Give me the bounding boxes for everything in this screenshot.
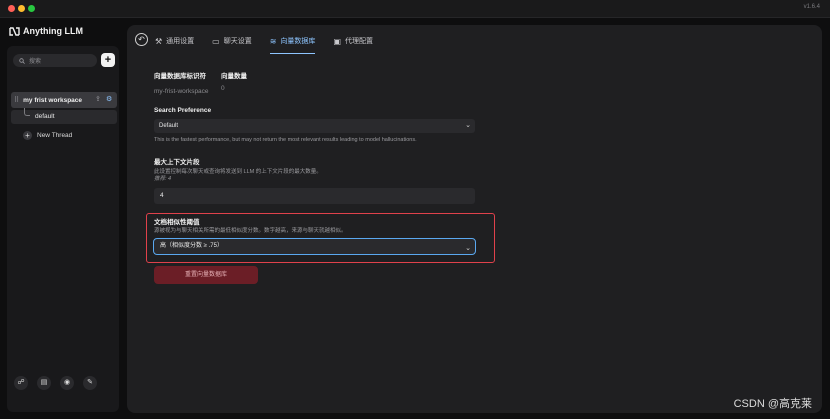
chevron-down-icon: ⌄ — [465, 122, 471, 129]
sidebar: Anything LLM 搜索 + ⠿ my frist workspace ⇪… — [0, 18, 122, 419]
agent-icon: ▣ — [333, 36, 341, 46]
tab-label: 代理配置 — [345, 38, 373, 45]
tab-vector-database[interactable]: ≋ 向量数据库 — [269, 34, 316, 54]
reset-vector-db-button[interactable]: 重置向量数据库 — [154, 266, 258, 284]
vector-count-value: 0 — [221, 85, 225, 92]
sidebar-footer: ☍ ▤ ◉ ✎ — [14, 376, 97, 390]
similarity-threshold-select[interactable]: 高（相似度分数 ≥ .75） ⌄ — [153, 238, 476, 255]
max-context-description: 此设置控制每次聊天或查询将发送到 LLM 的上下文片段的最大数量。 — [154, 169, 322, 175]
app-name: Anything LLM — [23, 26, 83, 36]
plus-icon: + — [23, 131, 32, 140]
maximize-window-icon[interactable] — [28, 5, 35, 12]
tab-label: 向量数据库 — [280, 38, 316, 45]
chat-icon: ▭ — [212, 36, 220, 46]
community-icon[interactable]: ☍ — [14, 376, 28, 390]
new-workspace-button[interactable]: + — [101, 53, 115, 67]
back-button[interactable]: ↶ — [135, 33, 148, 46]
docs-icon[interactable]: ▤ — [37, 376, 51, 390]
search-preference-label: Search Preference — [154, 107, 212, 114]
settings-wrench-icon[interactable]: ✎ — [83, 376, 97, 390]
search-placeholder: 搜索 — [29, 59, 42, 65]
thread-name: default — [35, 113, 55, 120]
upload-icon[interactable]: ⇪ — [95, 95, 101, 103]
search-icon — [19, 57, 25, 64]
max-context-hint: 推荐: 4 — [154, 176, 172, 182]
settings-tabs: ⚒ 通用设置 ▭ 聊天设置 ≋ 向量数据库 ▣ 代理配置 — [155, 34, 391, 54]
tab-general[interactable]: ⚒ 通用设置 — [155, 34, 194, 48]
window-titlebar: v1.6.4 — [0, 0, 830, 18]
app-logo: Anything LLM — [9, 26, 83, 36]
search-input[interactable]: 搜索 — [13, 54, 97, 67]
tab-label: 通用设置 — [166, 38, 195, 45]
anything-llm-logo-icon — [9, 26, 20, 36]
similarity-threshold-value: 高（相似度分数 ≥ .75） — [160, 243, 223, 249]
drag-handle-icon[interactable]: ⠿ — [14, 96, 19, 104]
workspace-name: my frist workspace — [23, 96, 83, 104]
similarity-threshold-label: 文档相似性阈值 — [154, 219, 200, 226]
vector-db-id-value: my-frist-workspace — [154, 88, 209, 95]
wrench-icon: ⚒ — [155, 36, 163, 46]
vector-count-label: 向量数量 — [221, 73, 247, 80]
max-context-label: 最大上下文片段 — [154, 159, 200, 166]
search-preference-select[interactable]: Default ⌄ — [154, 119, 475, 133]
chevron-down-icon: ⌄ — [465, 245, 471, 252]
workspace-panel: 搜索 + ⠿ my frist workspace ⇪ ⚙ default + … — [7, 46, 119, 412]
discord-icon[interactable]: ◉ — [60, 376, 74, 390]
similarity-threshold-description: 源被视为与聊天相关所需的最低相似度分数。数字越高，来源与聊天就越相似。 — [154, 228, 347, 234]
tab-chat[interactable]: ▭ 聊天设置 — [212, 34, 252, 48]
max-context-input[interactable]: 4 — [154, 188, 475, 204]
new-thread-label: New Thread — [37, 132, 73, 139]
minimize-window-icon[interactable] — [18, 5, 25, 12]
main-panel: ↶ ⚒ 通用设置 ▭ 聊天设置 ≋ 向量数据库 ▣ 代理配置 向量数据库标识符 … — [127, 25, 822, 413]
database-icon: ≋ — [269, 36, 277, 46]
workspace-item[interactable]: ⠿ my frist workspace ⇪ ⚙ — [11, 92, 117, 108]
search-preference-description: This is the fastest performance, but may… — [154, 137, 417, 143]
close-window-icon[interactable] — [8, 5, 15, 12]
tab-label: 聊天设置 — [223, 38, 252, 45]
tab-agent[interactable]: ▣ 代理配置 — [333, 34, 373, 48]
app-version: v1.6.4 — [803, 4, 820, 10]
watermark: CSDN @高克莱 — [733, 398, 812, 410]
vector-db-id-label: 向量数据库标识符 — [154, 73, 206, 80]
new-thread-button[interactable]: + New Thread — [23, 131, 72, 140]
search-preference-value: Default — [159, 123, 179, 129]
gear-icon[interactable]: ⚙ — [106, 95, 112, 103]
thread-connector — [24, 108, 30, 116]
